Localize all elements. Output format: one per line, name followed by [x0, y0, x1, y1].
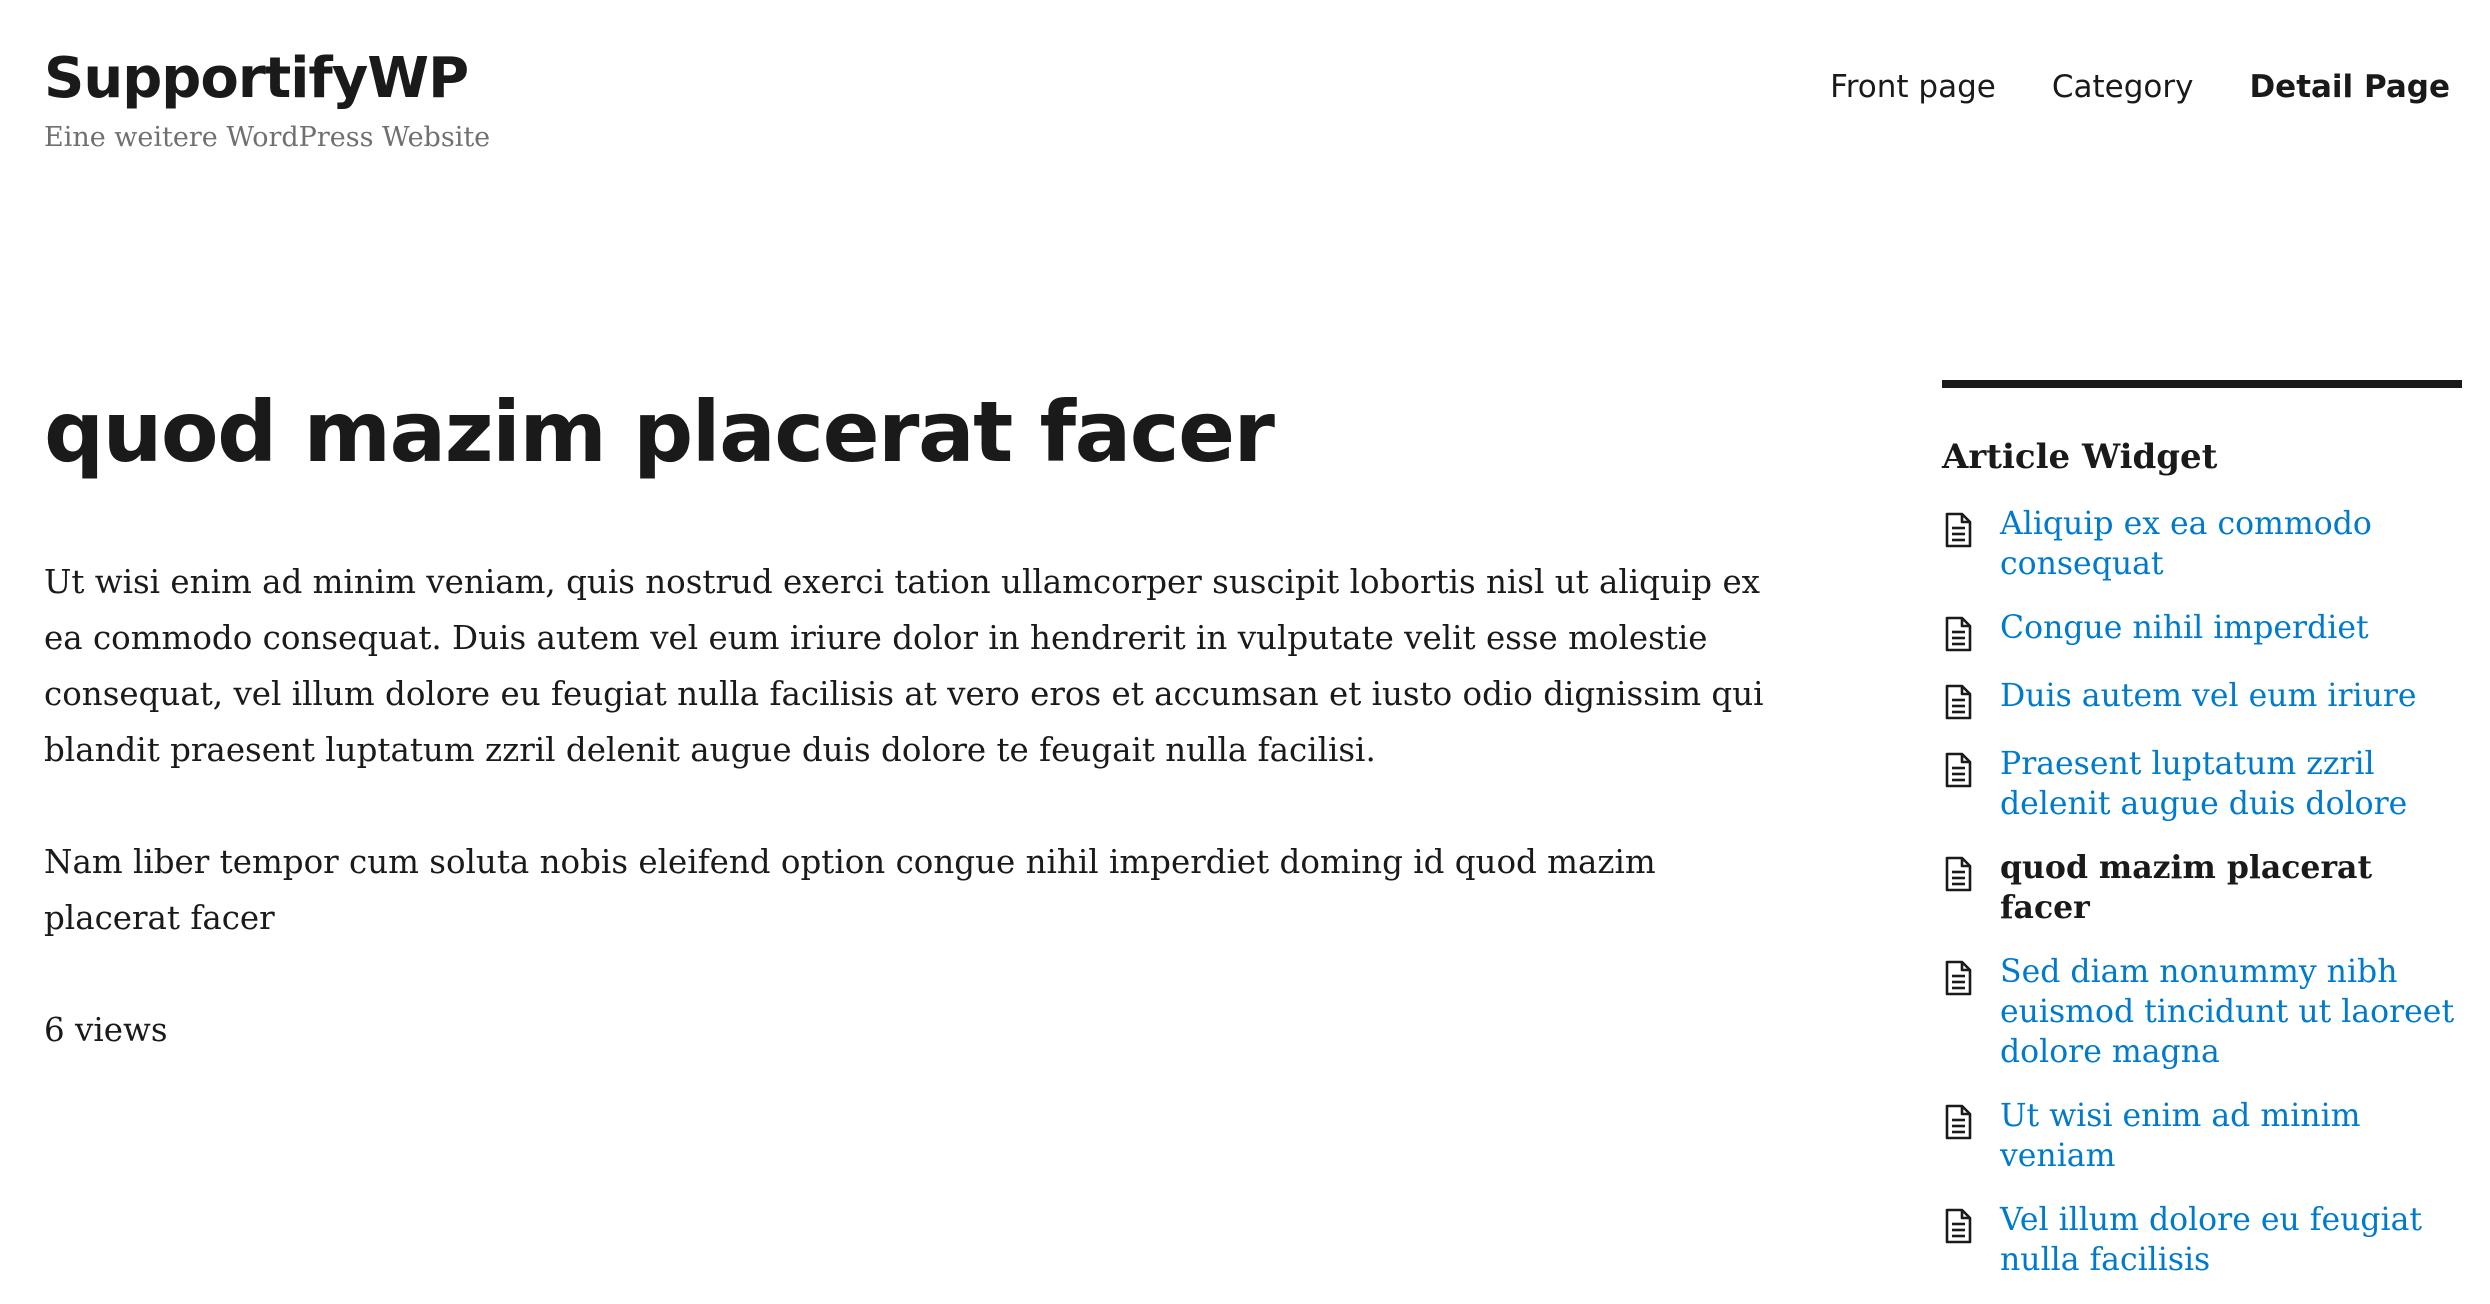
article-link[interactable]: Vel illum dolore eu feugiat nulla facili…	[2000, 1200, 2462, 1280]
sidebar: Article Widget Aliquip ex ea commodo con…	[1942, 380, 2462, 1304]
document-icon	[1945, 616, 1972, 652]
site-title[interactable]: SupportifyWP	[44, 44, 469, 114]
list-item: Aliquip ex ea commodo consequat	[1942, 504, 2462, 584]
list-item: Sed diam nonummy nibh euismod tincidunt …	[1942, 952, 2462, 1072]
article-paragraph: Nam liber tempor cum soluta nobis eleife…	[44, 843, 1656, 937]
article-link[interactable]: Duis autem vel eum iriure	[2000, 676, 2417, 716]
nav-item-front-page[interactable]: Front page	[1830, 62, 1996, 112]
document-icon	[1945, 1104, 1972, 1140]
article-link[interactable]: Congue nihil imperdiet	[2000, 608, 2369, 648]
widget-title: Article Widget	[1942, 437, 2218, 477]
list-item: Praesent luptatum zzril delenit augue du…	[1942, 744, 2462, 824]
document-icon	[1945, 752, 1972, 788]
article-link[interactable]: Sed diam nonummy nibh euismod tincidunt …	[2000, 952, 2462, 1072]
document-icon	[1945, 684, 1972, 720]
list-item: Ut wisi enim ad minim veniam	[1942, 1096, 2462, 1176]
document-icon	[1945, 1208, 1972, 1244]
nav-item-detail-page[interactable]: Detail Page	[2249, 62, 2450, 112]
article-paragraph: Ut wisi enim ad minim veniam, quis nostr…	[44, 563, 1764, 769]
document-icon	[1945, 856, 1972, 892]
list-item: Congue nihil imperdiet	[1942, 608, 2462, 652]
view-count: 6 views	[44, 1011, 168, 1049]
article-content: Ut wisi enim ad minim veniam, quis nostr…	[44, 554, 1784, 1058]
site-tagline: Eine weitere WordPress Website	[44, 122, 491, 153]
document-icon	[1945, 512, 1972, 548]
list-item: Duis autem vel eum iriure	[1942, 676, 2462, 720]
site-header: SupportifyWP Eine weitere WordPress Webs…	[44, 44, 2450, 174]
widget-divider	[1942, 380, 2462, 388]
article-link-current: quod mazim placerat facer	[2000, 849, 2373, 926]
document-icon	[1945, 960, 1972, 996]
list-item: Vel illum dolore eu feugiat nulla facili…	[1942, 1200, 2462, 1280]
article-link[interactable]: Ut wisi enim ad minim veniam	[2000, 1096, 2462, 1176]
list-item: quod mazim placerat facer	[1942, 848, 2462, 928]
article-list: Aliquip ex ea commodo consequat Congue n…	[1942, 504, 2462, 1280]
article-title: quod mazim placerat facer	[44, 383, 1275, 481]
article-link[interactable]: Praesent luptatum zzril delenit augue du…	[2000, 744, 2462, 824]
article: quod mazim placerat facer Ut wisi enim a…	[44, 372, 1784, 1058]
nav-item-category[interactable]: Category	[2052, 62, 2194, 112]
main-navigation: Front page Category Detail Page	[1830, 62, 2450, 112]
article-link[interactable]: Aliquip ex ea commodo consequat	[2000, 504, 2462, 584]
